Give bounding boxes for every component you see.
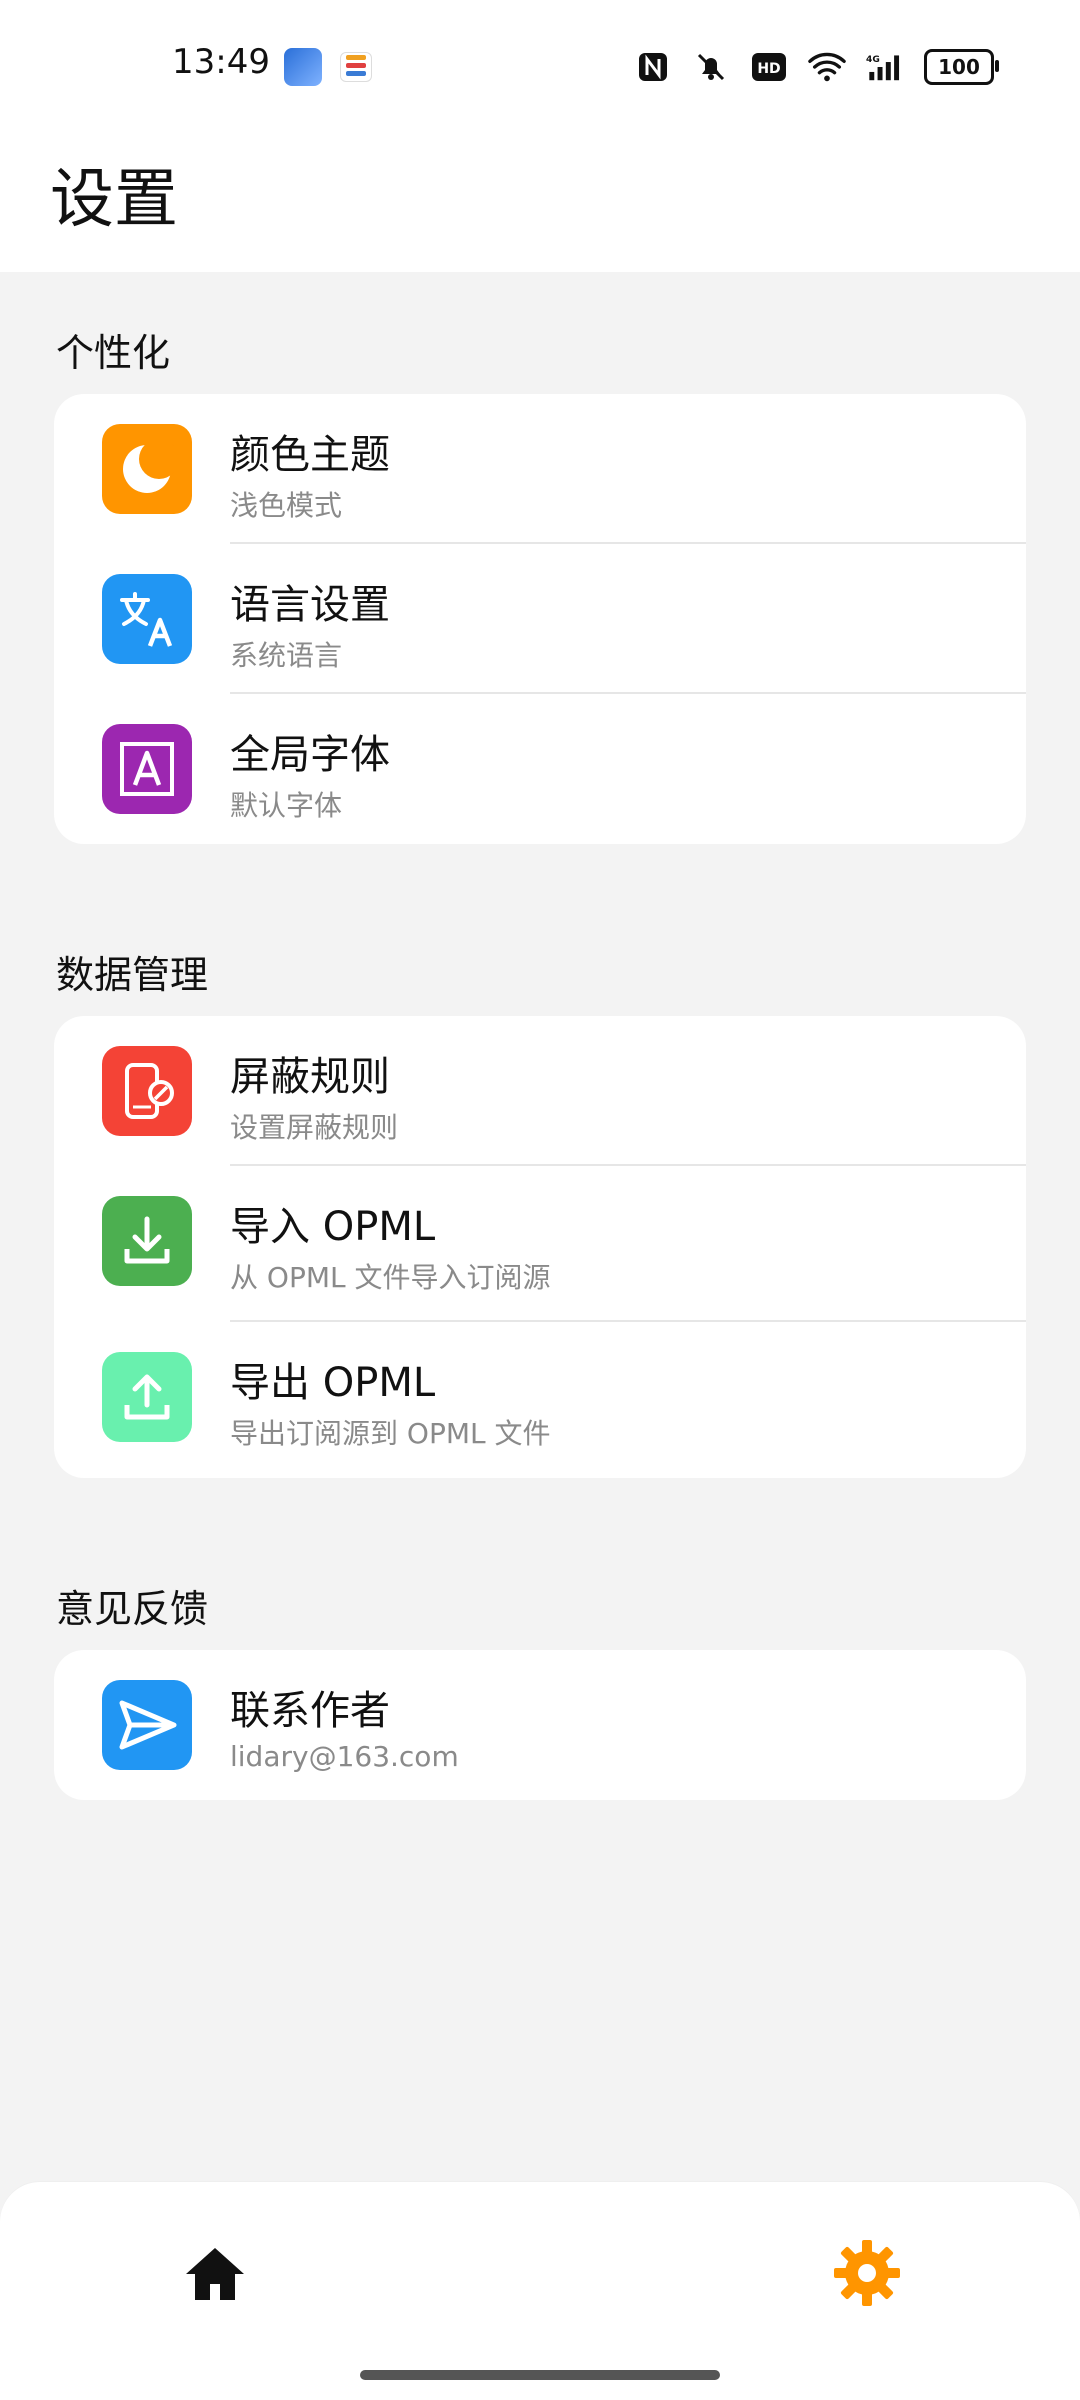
setting-item-subtitle: 系统语言 [230, 639, 343, 672]
hd-icon: HD [750, 48, 788, 86]
send-icon [102, 1680, 192, 1770]
setting-item-block-rules[interactable]: 屏蔽规则 设置屏蔽规则 [54, 1016, 1026, 1166]
home-indicator [360, 2370, 720, 2380]
bottom-navigation [0, 2182, 1080, 2400]
page-title: 设置 [50, 163, 178, 237]
status-icons: HD 4G 100 [634, 48, 999, 86]
svg-text:4G: 4G [866, 55, 880, 65]
mute-icon [692, 48, 730, 86]
export-icon [102, 1352, 192, 1442]
app-notification-icon [284, 48, 322, 86]
setting-item-export-opml[interactable]: 导出 OPML 导出订阅源到 OPML 文件 [54, 1322, 1026, 1478]
block-phone-icon [102, 1046, 192, 1136]
setting-item-title: 屏蔽规则 [230, 1054, 390, 1100]
data-management-card: 屏蔽规则 设置屏蔽规则 导入 OPML 从 OPML 文件导入订阅源 导出 OP… [54, 1016, 1026, 1478]
section-title-personalization: 个性化 [56, 331, 171, 375]
setting-item-subtitle: lidary@163.com [230, 1740, 459, 1773]
setting-item-title: 导入 OPML [230, 1204, 436, 1250]
setting-item-color-theme[interactable]: 颜色主题 浅色模式 [54, 394, 1026, 544]
signal-4g-icon: 4G [866, 48, 904, 86]
font-icon [102, 724, 192, 814]
wifi-icon [808, 48, 846, 86]
setting-item-subtitle: 设置屏蔽规则 [230, 1111, 399, 1144]
moon-icon [102, 424, 192, 514]
top-bar: 13:49 HD 4G 100 设置 [0, 0, 1080, 272]
setting-item-subtitle: 默认字体 [230, 789, 343, 822]
svg-text:HD: HD [757, 61, 780, 77]
feedback-card: 联系作者 lidary@163.com [54, 1650, 1026, 1800]
setting-item-title: 联系作者 [230, 1688, 390, 1734]
status-time: 13:49 [172, 42, 270, 82]
section-title-data-management: 数据管理 [56, 953, 209, 997]
nfc-icon [634, 48, 672, 86]
setting-item-title: 导出 OPML [230, 1360, 436, 1406]
setting-item-global-font[interactable]: 全局字体 默认字体 [54, 694, 1026, 844]
setting-item-subtitle: 导出订阅源到 OPML 文件 [230, 1417, 551, 1450]
import-icon [102, 1196, 192, 1286]
wallet-notification-icon [340, 52, 372, 82]
setting-item-contact-author[interactable]: 联系作者 lidary@163.com [54, 1650, 1026, 1800]
setting-item-title: 全局字体 [230, 732, 390, 778]
nav-home-button[interactable] [182, 2242, 248, 2308]
setting-item-language[interactable]: 语言设置 系统语言 [54, 544, 1026, 694]
personalization-card: 颜色主题 浅色模式 语言设置 系统语言 全局字体 默认字体 [54, 394, 1026, 844]
setting-item-title: 颜色主题 [230, 432, 390, 478]
setting-item-title: 语言设置 [230, 582, 390, 628]
home-icon [186, 2248, 244, 2300]
setting-item-import-opml[interactable]: 导入 OPML 从 OPML 文件导入订阅源 [54, 1166, 1026, 1322]
battery-icon: 100 [924, 49, 999, 85]
gear-icon [834, 2240, 900, 2306]
nav-settings-button[interactable] [832, 2238, 902, 2308]
setting-item-subtitle: 从 OPML 文件导入订阅源 [230, 1261, 551, 1294]
section-title-feedback: 意见反馈 [56, 1587, 209, 1631]
setting-item-subtitle: 浅色模式 [230, 489, 343, 522]
translate-icon [102, 574, 192, 664]
